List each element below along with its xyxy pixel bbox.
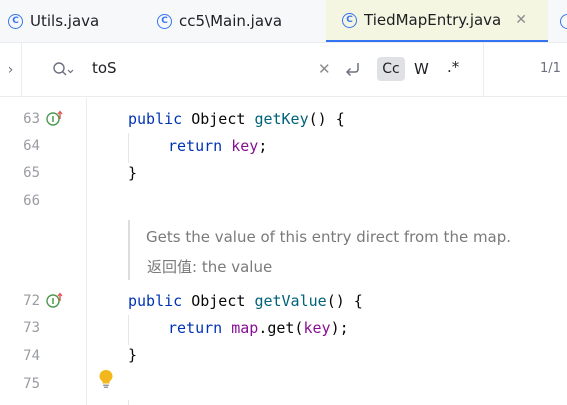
tab-utils-java[interactable]: C Utils.java — [8, 0, 99, 42]
tab-label: TiedMapEntry.java — [364, 11, 502, 29]
tab-overflow[interactable] — [560, 0, 567, 42]
tab-label: cc5\Main.java — [179, 12, 283, 30]
match-case-label: Cc — [382, 61, 400, 77]
expand-replace-button[interactable]: › — [0, 43, 22, 96]
code-line: } — [128, 164, 138, 182]
java-class-icon: C — [157, 13, 172, 29]
gutter-divider — [86, 98, 87, 405]
implements-marker-icon[interactable] — [46, 292, 66, 310]
indent-guide — [128, 133, 129, 163]
match-count: 1/1 — [540, 61, 561, 76]
chevron-right-icon: › — [7, 61, 14, 78]
tab-tiedmapentry-java[interactable]: C TiedMapEntry.java ✕ — [326, 0, 548, 42]
match-case-toggle[interactable]: Cc — [377, 57, 405, 81]
doc-returns: 返回值: the value — [147, 258, 273, 276]
doc-comment-bar — [128, 220, 130, 280]
code-editor[interactable]: 63 64 65 66 72 73 74 75 public Object ge… — [0, 98, 567, 405]
code-line: return map.get(key); — [168, 319, 349, 337]
java-class-icon: C — [8, 13, 23, 29]
search-input[interactable]: toS — [92, 59, 117, 77]
implements-marker-icon[interactable] — [46, 110, 66, 128]
search-history-icon[interactable] — [52, 61, 74, 79]
code-line: return key; — [168, 137, 268, 155]
divider — [483, 43, 484, 96]
new-line-icon[interactable] — [343, 59, 363, 79]
close-tab-icon[interactable]: ✕ — [515, 12, 527, 28]
java-class-icon — [560, 13, 567, 29]
code-line: public Object getKey() { — [128, 110, 345, 128]
whole-words-toggle[interactable]: W — [414, 60, 429, 78]
tab-label: Utils.java — [30, 12, 100, 30]
tab-cc5-main-java[interactable]: C cc5\Main.java — [157, 0, 282, 42]
find-bar: › toS ✕ Cc W .* 1/1 — [0, 43, 567, 97]
java-class-icon: C — [342, 12, 357, 28]
indent-guide — [128, 315, 129, 345]
regex-toggle[interactable]: .* — [447, 58, 459, 76]
code-line: public Object getValue() { — [128, 292, 363, 310]
editor-tab-bar: C Utils.java C cc5\Main.java C TiedMapEn… — [0, 0, 567, 43]
lightbulb-icon[interactable] — [98, 369, 114, 389]
indent-guide — [128, 400, 129, 405]
code-line: } — [128, 346, 138, 364]
doc-description: Gets the value of this entry direct from… — [146, 228, 512, 246]
clear-search-icon[interactable]: ✕ — [318, 60, 331, 78]
